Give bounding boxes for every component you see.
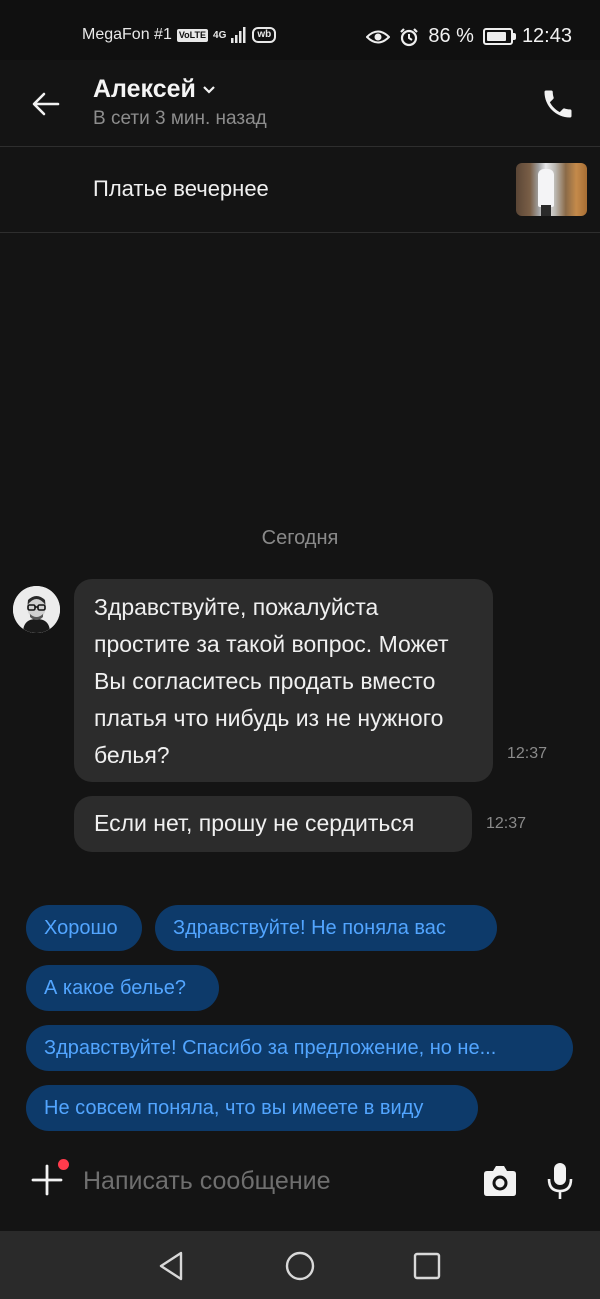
message-composer [0, 1145, 600, 1231]
status-bar: MegaFon #1 VoLTE 4G wb 86 % 12:43 [0, 0, 600, 60]
avatar[interactable] [13, 586, 60, 633]
battery-percent: 86 % [428, 25, 474, 47]
alarm-icon [400, 27, 419, 46]
message-bubble[interactable]: Если нет, прошу не сердиться [74, 796, 472, 852]
product-bar[interactable]: Платье вечернее [0, 147, 600, 233]
product-title: Платье вечернее [93, 176, 269, 201]
quick-reply-chip[interactable]: Хорошо [26, 905, 142, 951]
quick-reply-chip[interactable]: Не совсем поняла, что вы имеете в виду [26, 1085, 478, 1131]
notification-dot [58, 1159, 69, 1170]
quick-reply-chip[interactable]: Здравствуйте! Не поняла вас [155, 905, 497, 951]
battery-icon [482, 28, 516, 45]
quick-reply-chip[interactable]: Здравствуйте! Спасибо за предложение, но… [26, 1025, 573, 1071]
nav-home-icon[interactable] [283, 1249, 317, 1283]
carrier-name: MegaFon #1 [82, 26, 172, 43]
network-type: 4G [213, 29, 227, 41]
eye-icon [366, 30, 391, 43]
contact-status: В сети 3 мин. назад [93, 108, 267, 129]
message-input[interactable] [83, 1164, 463, 1198]
volte-badge: VoLTE [176, 28, 209, 42]
clock: 12:43 [521, 25, 572, 47]
message-text: Здравствуйте, пожалуйста простите за так… [94, 594, 449, 768]
date-separator: Сегодня [261, 527, 339, 549]
message-time: 12:37 [486, 815, 527, 832]
contact-name[interactable]: Алексей [93, 75, 216, 104]
message-time: 12:37 [507, 745, 548, 762]
status-left: MegaFon #1 VoLTE 4G wb [82, 26, 277, 44]
product-thumbnail[interactable] [516, 163, 587, 216]
camera-icon[interactable] [481, 1163, 519, 1199]
chevron-down-icon [203, 86, 215, 94]
microphone-icon[interactable] [545, 1161, 575, 1201]
signal-icon [231, 27, 246, 43]
app-badge-icon: wb [252, 27, 277, 43]
nav-back-icon[interactable] [155, 1249, 189, 1283]
back-arrow-icon[interactable] [30, 88, 62, 120]
message-bubble[interactable]: Здравствуйте, пожалуйста простите за так… [74, 579, 493, 782]
message-text: Если нет, прошу не сердиться [94, 810, 415, 836]
contact-name-text: Алексей [93, 75, 196, 103]
phone-icon[interactable] [540, 86, 576, 122]
chat-header: Алексей В сети 3 мин. назад [0, 60, 600, 147]
quick-reply-chip[interactable]: А какое белье? [26, 965, 219, 1011]
status-right: 86 % 12:43 [366, 25, 572, 48]
nav-recents-icon[interactable] [410, 1249, 444, 1283]
system-nav-bar [0, 1231, 600, 1299]
avatar-portrait-icon [13, 586, 60, 633]
